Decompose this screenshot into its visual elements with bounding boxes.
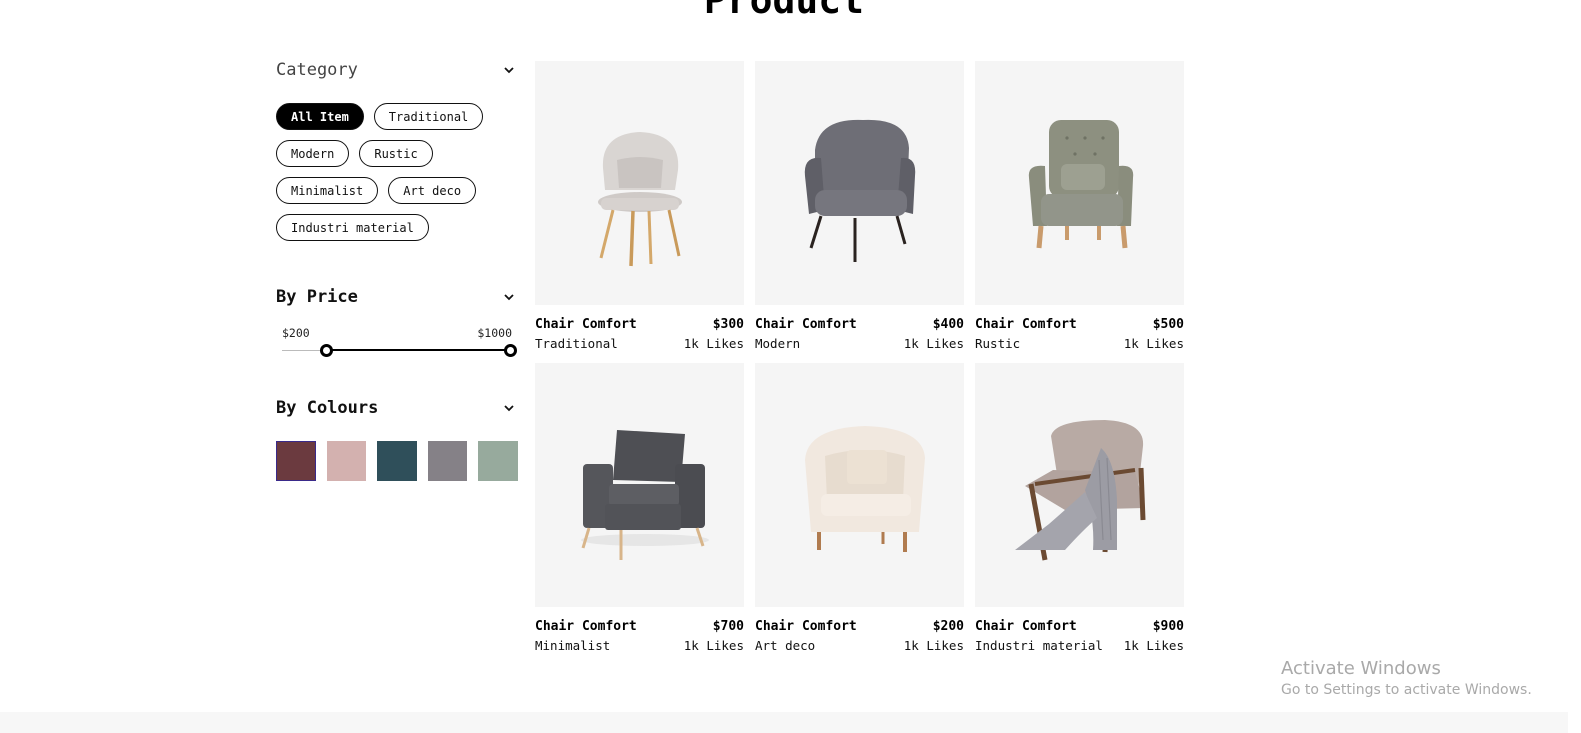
colour-swatch[interactable] [326, 441, 367, 481]
product-image[interactable] [755, 363, 964, 607]
product-category: Rustic [975, 336, 1021, 351]
colour-swatch[interactable] [276, 441, 316, 481]
product-image[interactable] [755, 61, 964, 305]
product-name[interactable]: Chair Comfort [755, 317, 857, 332]
product-card[interactable]: Chair Comfort $700 Minimalist 1k Likes [535, 363, 744, 653]
price-min-label: $200 [282, 326, 310, 340]
product-card[interactable]: Chair Comfort $500 Rustic 1k Likes [975, 61, 1184, 351]
product-name[interactable]: Chair Comfort [975, 619, 1077, 634]
category-header[interactable]: Category [276, 58, 518, 82]
windows-activation-watermark: Activate Windows Go to Settings to activ… [1281, 658, 1532, 698]
footer-band [0, 712, 1568, 733]
product-likes: 1k Likes [903, 638, 964, 653]
product-card[interactable]: Chair Comfort $900 Industri material 1k Li… [975, 363, 1184, 653]
chevron-down-icon[interactable] [502, 401, 516, 415]
page-scrollbar[interactable] [1568, 0, 1581, 733]
product-price: $300 [712, 317, 744, 332]
product-category: Traditional [535, 336, 618, 351]
product-card[interactable]: Chair Comfort $300 Traditional 1k Likes [535, 61, 744, 351]
chip-rustic[interactable]: Rustic [359, 140, 433, 167]
product-likes: 1k Likes [1123, 638, 1184, 653]
product-name[interactable]: Chair Comfort [535, 317, 637, 332]
product-card[interactable]: Chair Comfort $200 Art deco 1k Likes [755, 363, 964, 653]
chip-modern[interactable]: Modern [276, 140, 350, 167]
product-price: $200 [932, 619, 964, 634]
product-likes: 1k Likes [683, 336, 744, 351]
product-image[interactable] [975, 363, 1184, 607]
product-category: Art deco [755, 638, 816, 653]
chevron-down-icon[interactable] [502, 63, 516, 77]
colour-swatch[interactable] [377, 441, 417, 481]
product-card[interactable]: Chair Comfort $400 Modern 1k Likes [755, 61, 964, 351]
slider-min-handle[interactable] [320, 344, 333, 357]
chip-traditional[interactable]: Traditional [373, 103, 484, 130]
product-price: $900 [1152, 619, 1184, 634]
product-likes: 1k Likes [903, 336, 964, 351]
product-price: $700 [712, 619, 744, 634]
price-max-label: $1000 [477, 326, 512, 340]
product-price: $500 [1152, 317, 1184, 332]
colours-title: By Colours [276, 398, 379, 418]
chip-art-deco[interactable]: Art deco [388, 177, 477, 204]
product-likes: 1k Likes [1123, 336, 1184, 351]
chip-all-item[interactable]: All Item [276, 103, 364, 130]
slider-max-handle[interactable] [504, 344, 517, 357]
colour-swatch[interactable] [427, 441, 468, 481]
colours-header[interactable]: By Colours [276, 396, 518, 420]
price-header[interactable]: By Price [276, 285, 518, 309]
product-category: Industri material [975, 638, 1103, 653]
product-likes: 1k Likes [683, 638, 744, 653]
filter-sidebar: Category All Item Traditional Modern Rus… [276, 58, 518, 481]
price-range-slider[interactable] [276, 344, 517, 358]
product-category: Modern [755, 336, 801, 351]
chevron-down-icon[interactable] [502, 290, 516, 304]
chip-industri-material[interactable]: Industri material [276, 214, 429, 241]
product-price: $400 [932, 317, 964, 332]
page-title: Product [703, 0, 865, 22]
price-range-labels: $200 $1000 [276, 326, 512, 340]
product-image[interactable] [535, 61, 744, 305]
product-category: Minimalist [535, 638, 611, 653]
product-image[interactable] [975, 61, 1184, 305]
slider-track-fill [326, 349, 508, 351]
product-name[interactable]: Chair Comfort [755, 619, 857, 634]
product-name[interactable]: Chair Comfort [535, 619, 637, 634]
colour-swatches [276, 441, 518, 481]
watermark-title: Activate Windows [1281, 658, 1441, 679]
product-name[interactable]: Chair Comfort [975, 317, 1077, 332]
category-chips: All Item Traditional Modern Rustic Minim… [276, 103, 518, 251]
colour-swatch[interactable] [478, 441, 518, 481]
price-title: By Price [276, 287, 358, 307]
chip-minimalist[interactable]: Minimalist [276, 177, 379, 204]
category-title: Category [276, 60, 358, 80]
watermark-subtitle: Go to Settings to activate Windows. [1281, 682, 1532, 698]
product-image[interactable] [535, 363, 744, 607]
